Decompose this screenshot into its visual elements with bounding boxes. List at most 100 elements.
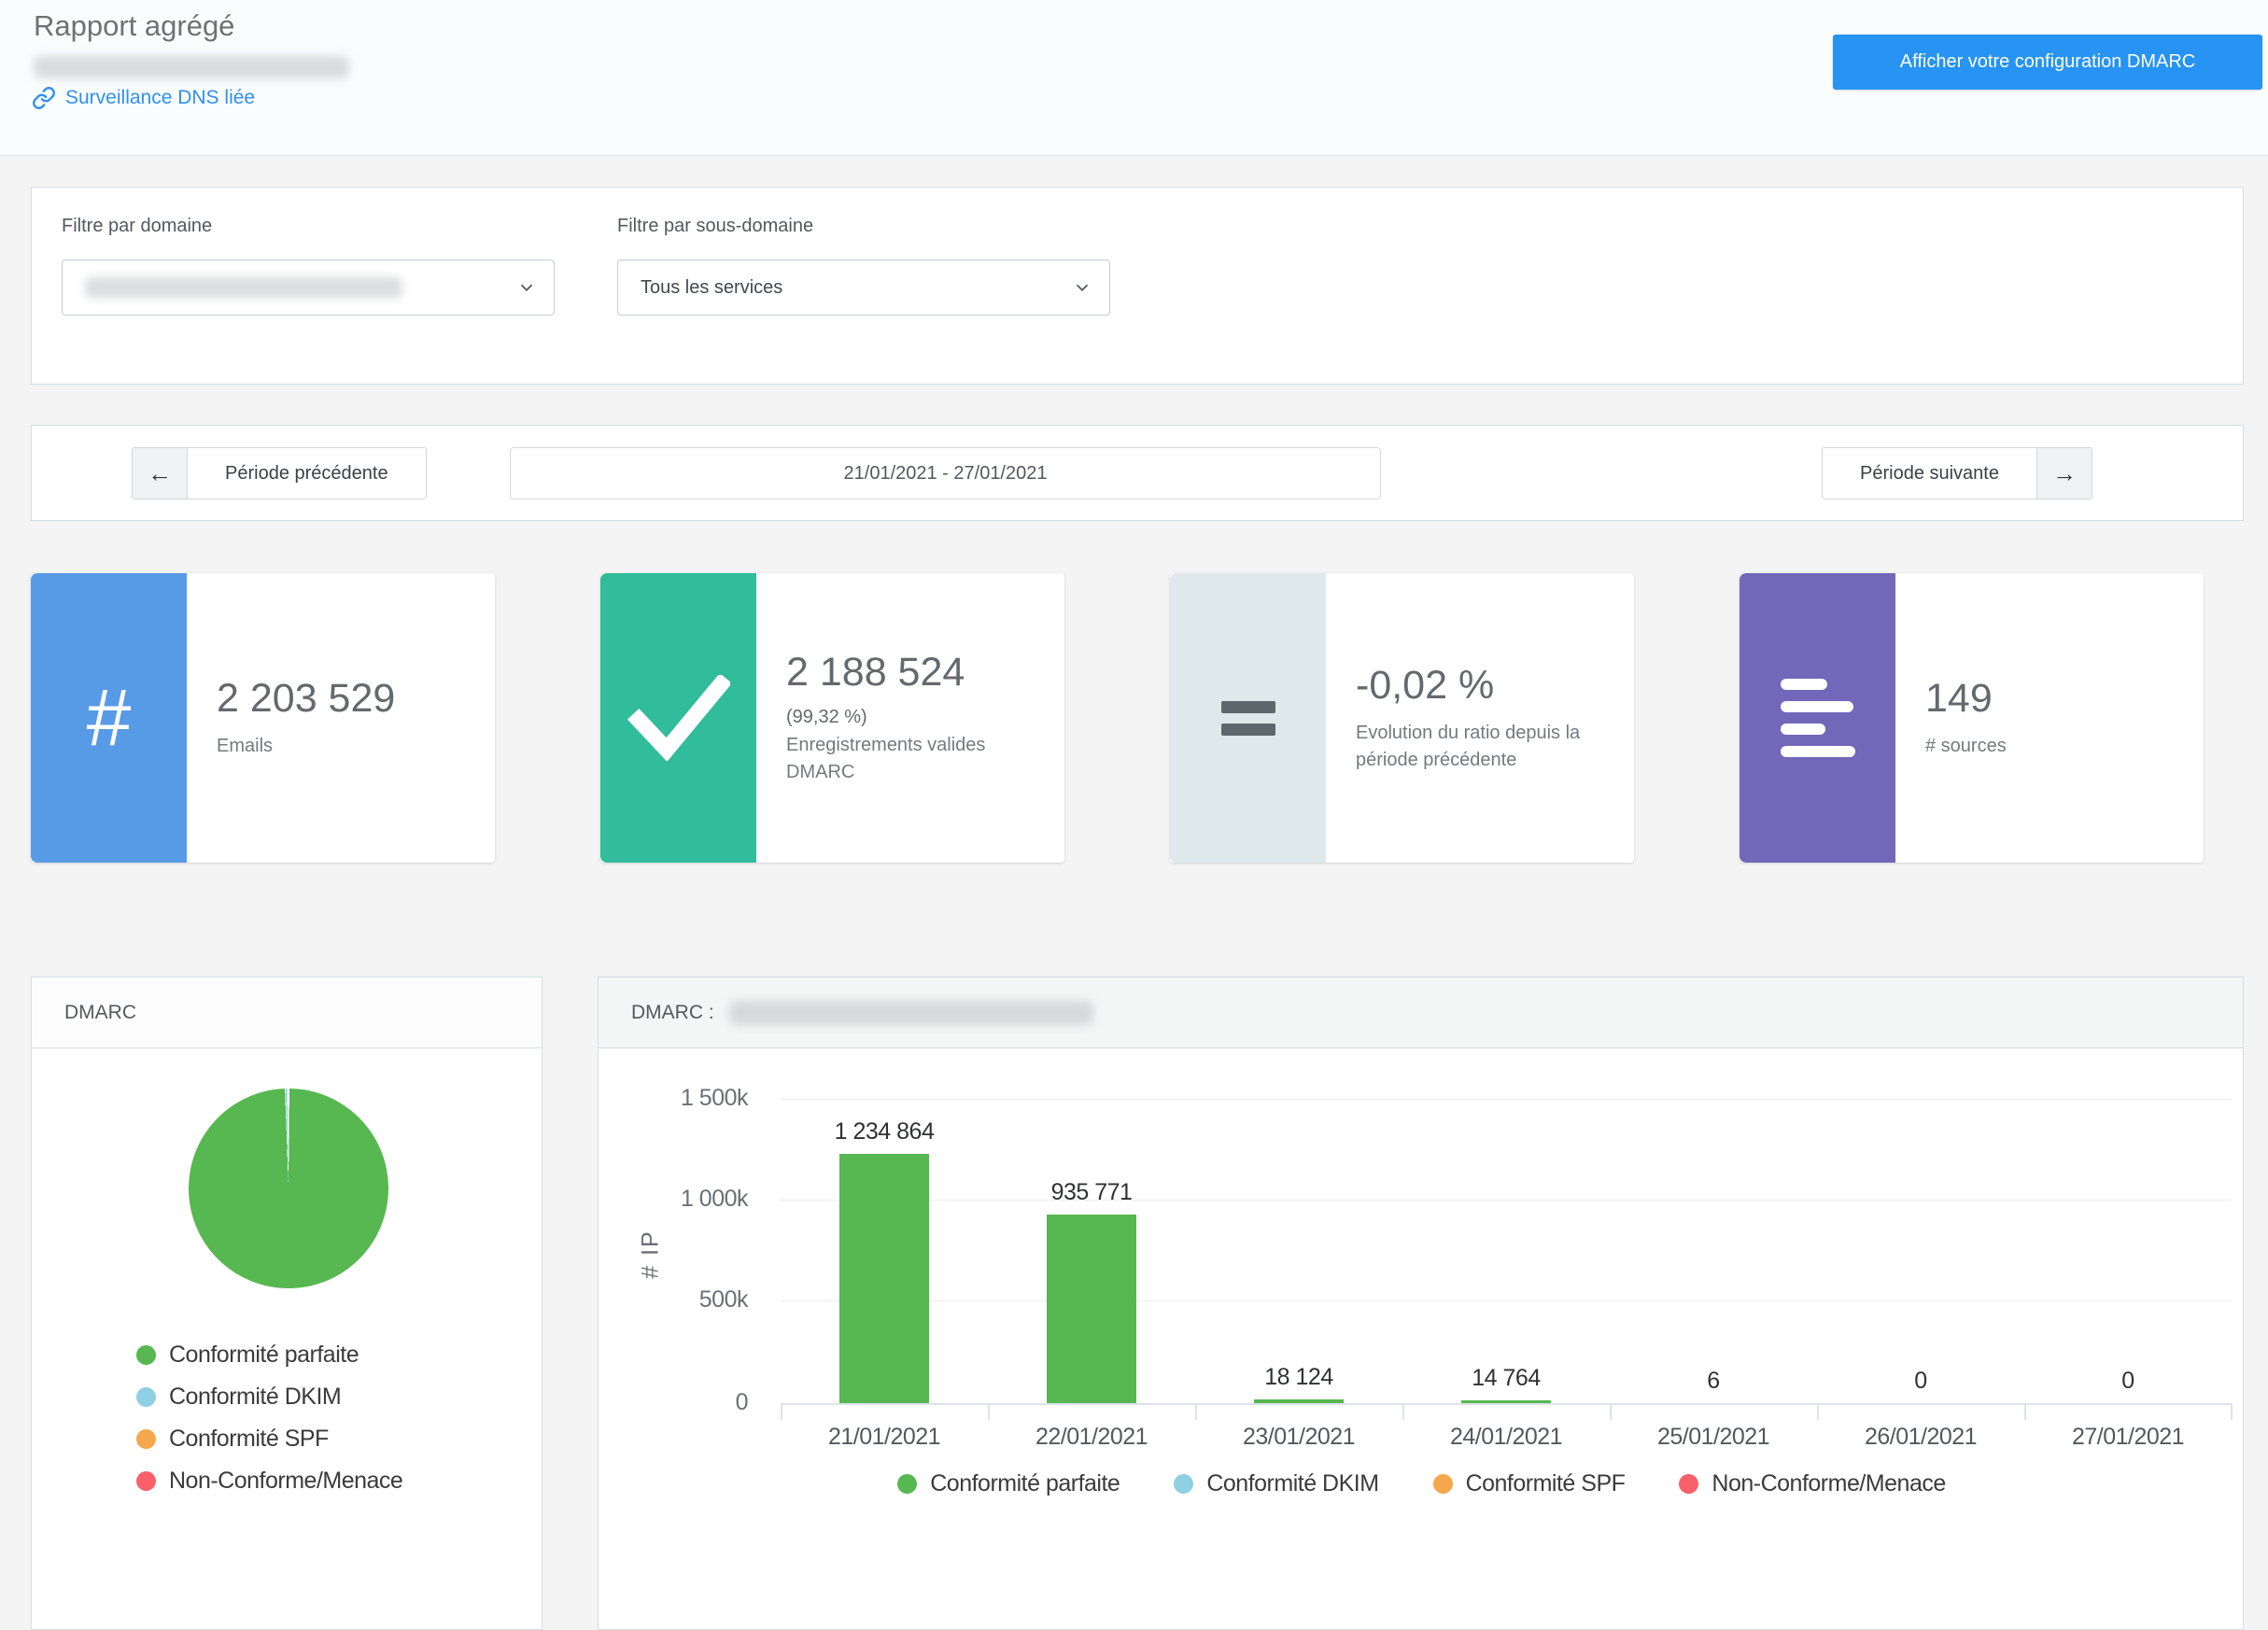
gridline-500k bbox=[781, 1300, 2232, 1301]
x-axis-line bbox=[781, 1403, 2232, 1405]
previous-period-label: Période précédente bbox=[188, 448, 426, 499]
pie-legend: Conformité parfaite Conformité DKIM Conf… bbox=[136, 1342, 402, 1495]
chevron-down-icon bbox=[516, 277, 537, 303]
legend-item-non-conforme[interactable]: Non-Conforme/Menace bbox=[1679, 1470, 1945, 1497]
legend-item-conformite-parfaite[interactable]: Conformité parfaite bbox=[136, 1342, 402, 1369]
x-label-24-01: 24/01/2021 bbox=[1402, 1424, 1610, 1451]
list-icon bbox=[1740, 573, 1895, 863]
x-label-25-01: 25/01/2021 bbox=[1610, 1424, 1817, 1451]
dmarc-bar-card: DMARC : 1 500k 1 000k 500k 0 # IP 1 234 … bbox=[598, 977, 2244, 1630]
ytick-500k: 500k bbox=[599, 1286, 748, 1314]
dmarc-pie-chart[interactable] bbox=[189, 1089, 388, 1288]
orange-dot-icon bbox=[1433, 1474, 1453, 1494]
valid-dmarc-count: 2 188 524 bbox=[786, 650, 1048, 696]
ytick-0: 0 bbox=[599, 1389, 748, 1416]
x-label-23-01: 23/01/2021 bbox=[1195, 1424, 1402, 1451]
valid-dmarc-stat-text: 2 188 524 (99,32 %) Enregistrements vali… bbox=[756, 573, 1064, 863]
bar-value-label: 935 771 bbox=[998, 1179, 1185, 1206]
bar-value-label: 0 bbox=[1827, 1368, 2014, 1395]
subdomain-filter-label: Filtre par sous-domaine bbox=[617, 216, 813, 237]
redacted-domain-value bbox=[85, 277, 402, 298]
subdomain-filter-value: Tous les services bbox=[641, 277, 782, 299]
bar-22-01[interactable] bbox=[1047, 1215, 1136, 1403]
redacted-domain-subtitle bbox=[34, 56, 349, 78]
ratio-evolution-stat-card: -0,02 % Evolution du ratio depuis la pér… bbox=[1170, 573, 1634, 863]
x-tick bbox=[988, 1404, 990, 1420]
legend-item-conformite-spf[interactable]: Conformité SPF bbox=[1433, 1470, 1626, 1497]
legend-item-conformite-spf[interactable]: Conformité SPF bbox=[136, 1426, 402, 1453]
x-tick bbox=[1610, 1404, 1612, 1420]
equals-icon bbox=[1170, 573, 1326, 863]
next-period-label: Période suivante bbox=[1823, 448, 2036, 499]
x-tick bbox=[781, 1404, 782, 1420]
valid-dmarc-percent: (99,32 %) bbox=[786, 707, 1048, 728]
domain-filter-label: Filtre par domaine bbox=[62, 216, 212, 237]
sources-stat-card: 149 # sources bbox=[1740, 573, 2204, 863]
filters-panel: Filtre par domaine Filtre par sous-domai… bbox=[31, 187, 2244, 385]
emails-stat-card: # 2 203 529 Emails bbox=[31, 573, 495, 863]
bar-value-label: 0 bbox=[2035, 1368, 2221, 1395]
valid-dmarc-label: Enregistrements valides DMARC bbox=[786, 732, 1048, 786]
bar-card-header: DMARC : bbox=[599, 977, 2243, 1048]
x-label-21-01: 21/01/2021 bbox=[781, 1424, 988, 1451]
dns-link-label: Surveillance DNS liée bbox=[65, 87, 255, 109]
check-icon bbox=[600, 573, 756, 863]
x-tick bbox=[2024, 1404, 2026, 1420]
bar-21-01[interactable] bbox=[839, 1154, 929, 1403]
orange-dot-icon bbox=[136, 1429, 156, 1449]
blue-dot-icon bbox=[1174, 1474, 1193, 1494]
bar-23-01[interactable] bbox=[1254, 1399, 1344, 1403]
blue-dot-icon bbox=[136, 1387, 156, 1407]
hash-icon: # bbox=[31, 573, 187, 863]
x-tick bbox=[2231, 1404, 2233, 1420]
x-label-22-01: 22/01/2021 bbox=[988, 1424, 1195, 1451]
x-tick bbox=[1402, 1404, 1404, 1420]
subdomain-filter-select[interactable]: Tous les services bbox=[617, 260, 1110, 316]
arrow-right-icon: → bbox=[2036, 448, 2092, 499]
arrow-left-icon: ← bbox=[133, 448, 188, 499]
red-dot-icon bbox=[136, 1471, 156, 1491]
page-header: Rapport agrégé Surveillance DNS liée Aff… bbox=[0, 0, 2268, 156]
redacted-domain-title bbox=[729, 1001, 1093, 1025]
x-label-27-01: 27/01/2021 bbox=[2024, 1424, 2232, 1451]
chevron-down-icon bbox=[1072, 277, 1092, 303]
bar-value-label: 14 764 bbox=[1413, 1365, 1599, 1392]
green-dot-icon bbox=[897, 1474, 917, 1494]
ytick-1000k: 1 000k bbox=[599, 1186, 748, 1213]
legend-item-conformite-dkim[interactable]: Conformité DKIM bbox=[1174, 1470, 1378, 1497]
period-panel: ← Période précédente 21/01/2021 - 27/01/… bbox=[31, 425, 2244, 521]
x-tick bbox=[1817, 1404, 1819, 1420]
sources-stat-text: 149 # sources bbox=[1895, 573, 2204, 863]
previous-period-button[interactable]: ← Période précédente bbox=[132, 447, 427, 499]
valid-dmarc-stat-card: 2 188 524 (99,32 %) Enregistrements vali… bbox=[600, 573, 1064, 863]
x-tick bbox=[1195, 1404, 1197, 1420]
legend-item-conformite-dkim[interactable]: Conformité DKIM bbox=[136, 1384, 402, 1411]
gridline-1500k bbox=[781, 1099, 2232, 1100]
show-dmarc-config-button[interactable]: Afficher votre configuration DMARC bbox=[1833, 35, 2262, 90]
sources-label: # sources bbox=[1925, 733, 2187, 760]
date-range-field[interactable]: 21/01/2021 - 27/01/2021 bbox=[510, 447, 1381, 499]
green-dot-icon bbox=[136, 1345, 156, 1365]
ratio-evolution-stat-text: -0,02 % Evolution du ratio depuis la pér… bbox=[1326, 573, 1634, 863]
bar-value-label: 1 234 864 bbox=[791, 1118, 978, 1145]
legend-item-non-conforme[interactable]: Non-Conforme/Menace bbox=[136, 1468, 402, 1495]
y-axis-title: # IP bbox=[638, 1230, 665, 1278]
ratio-evolution-label: Evolution du ratio depuis la période pré… bbox=[1356, 720, 1617, 774]
page-title: Rapport agrégé bbox=[34, 9, 234, 43]
ratio-evolution-value: -0,02 % bbox=[1356, 663, 1617, 709]
sources-count: 149 bbox=[1925, 676, 2187, 722]
legend-item-conformite-parfaite[interactable]: Conformité parfaite bbox=[897, 1470, 1120, 1497]
emails-count: 2 203 529 bbox=[217, 676, 478, 722]
bar-value-label: 6 bbox=[1620, 1368, 1807, 1395]
domain-filter-select[interactable] bbox=[62, 260, 555, 316]
bar-value-label: 18 124 bbox=[1205, 1364, 1392, 1391]
stats-row: # 2 203 529 Emails 2 188 524 (99,32 %) E… bbox=[31, 573, 2204, 863]
x-label-26-01: 26/01/2021 bbox=[1817, 1424, 2024, 1451]
dns-monitoring-link[interactable]: Surveillance DNS liée bbox=[32, 86, 255, 110]
pie-card-title: DMARC bbox=[64, 1002, 136, 1024]
bar-card-title-prefix: DMARC : bbox=[631, 1002, 714, 1024]
next-period-button[interactable]: Période suivante → bbox=[1822, 447, 2092, 499]
dmarc-pie-card: DMARC Conformité parfaite Conformité DKI… bbox=[31, 977, 542, 1630]
pie-card-header: DMARC bbox=[32, 977, 542, 1048]
bar-24-01[interactable] bbox=[1461, 1400, 1551, 1403]
